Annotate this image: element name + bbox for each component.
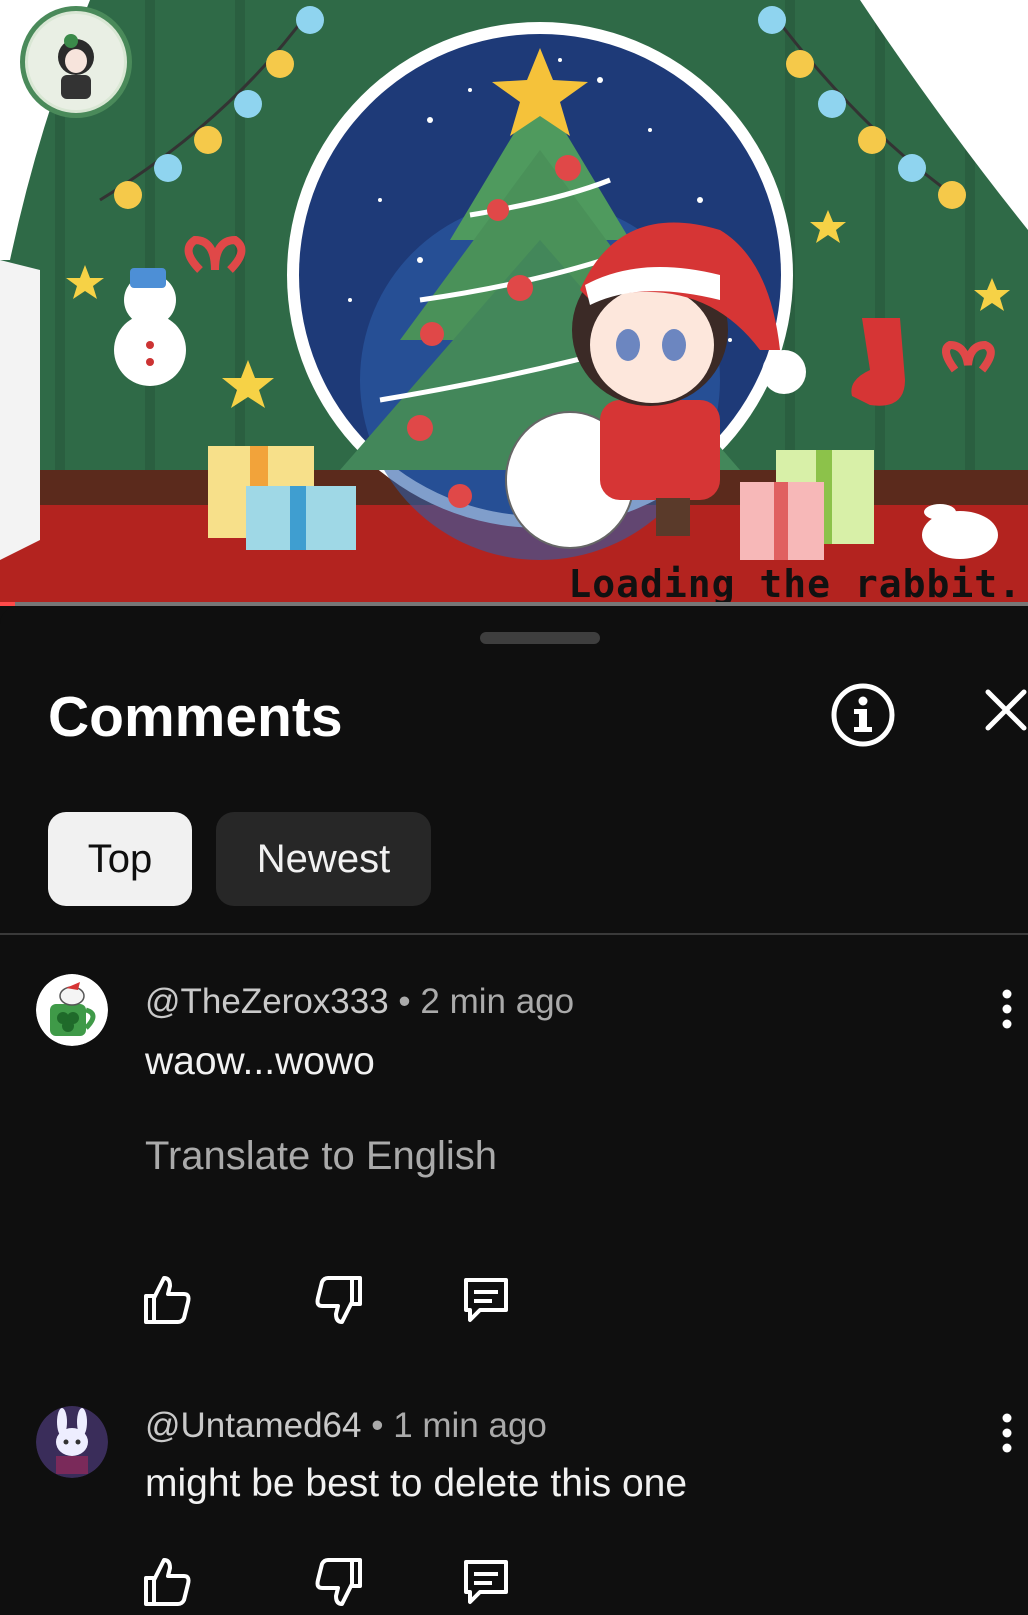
divider bbox=[0, 933, 1028, 935]
channel-avatar[interactable] bbox=[20, 6, 132, 118]
video-caption: Loading the rabbit. bbox=[568, 562, 1022, 606]
info-icon[interactable] bbox=[830, 682, 896, 748]
video-progress-fill bbox=[0, 602, 16, 606]
comment-text: waow...wowo bbox=[145, 1040, 375, 1083]
more-options-icon[interactable] bbox=[992, 986, 1022, 1036]
sheet-title: Comments bbox=[48, 685, 343, 749]
comment-meta: @Untamed64 • 1 min ago bbox=[145, 1406, 547, 1446]
translate-link[interactable]: Translate to English bbox=[145, 1134, 497, 1179]
filter-chip-newest[interactable]: Newest bbox=[216, 812, 431, 906]
comment-time: 2 min ago bbox=[420, 982, 575, 1021]
comment-author[interactable]: @TheZerox333 bbox=[145, 982, 389, 1021]
like-icon[interactable] bbox=[140, 1272, 196, 1328]
dislike-icon[interactable] bbox=[310, 1554, 366, 1610]
comment-text: might be best to delete this one bbox=[145, 1462, 688, 1505]
close-icon[interactable] bbox=[984, 688, 1028, 748]
clover-mug-avatar[interactable] bbox=[36, 974, 108, 1046]
meta-separator: • bbox=[388, 982, 421, 1021]
reply-icon[interactable] bbox=[458, 1554, 514, 1610]
comment-author[interactable]: @Untamed64 bbox=[145, 1406, 361, 1445]
comment-time: 1 min ago bbox=[393, 1406, 547, 1445]
more-options-icon[interactable] bbox=[992, 1410, 1022, 1460]
filter-chip-top[interactable]: Top bbox=[48, 812, 192, 906]
reply-icon[interactable] bbox=[458, 1272, 514, 1328]
dislike-icon[interactable] bbox=[310, 1272, 366, 1328]
like-icon[interactable] bbox=[140, 1554, 196, 1610]
comment-meta: @TheZerox333 • 2 min ago bbox=[145, 982, 574, 1022]
video-frame-illustration bbox=[0, 0, 1028, 606]
drag-handle[interactable] bbox=[480, 632, 600, 644]
comments-sheet: Comments Top Newest @TheZerox333 • 2 min… bbox=[0, 606, 1028, 1607]
video-player[interactable]: Loading the rabbit. bbox=[0, 0, 1028, 606]
meta-separator: • bbox=[361, 1406, 394, 1445]
rabbit-avatar[interactable] bbox=[36, 1406, 108, 1478]
